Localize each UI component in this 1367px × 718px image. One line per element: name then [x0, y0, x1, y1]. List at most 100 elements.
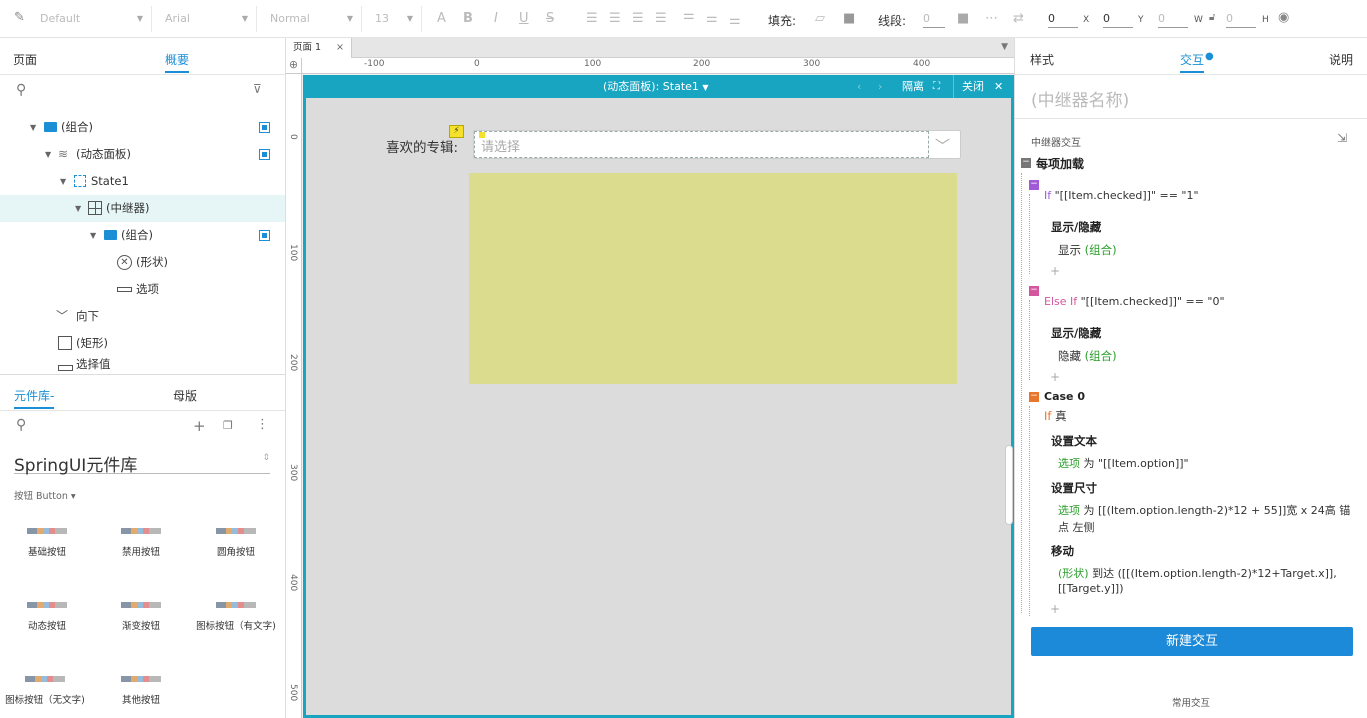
style-select[interactable]: Default ▼ [32, 6, 152, 32]
weight-select[interactable]: Normal ▼ [262, 6, 362, 32]
collapse-icon[interactable]: − [1029, 392, 1039, 402]
fill-color-icon[interactable]: ▱ [815, 11, 825, 26]
font-color-icon[interactable]: A [437, 11, 446, 26]
outline-item-state1[interactable]: ▼ State1 [0, 168, 285, 195]
y-input[interactable]: 0 [1103, 12, 1133, 28]
collapse-icon[interactable]: − [1021, 158, 1031, 168]
component-item[interactable]: 禁用按钮 [96, 528, 186, 558]
library-select[interactable]: SpringUI元件库 ⇕ [14, 444, 270, 476]
italic-icon[interactable]: I [494, 11, 498, 26]
case2-condition[interactable]: Else If "[[Item.checked]]" == "0" [1044, 295, 1225, 308]
search-icon[interactable]: ⚲ [16, 417, 26, 433]
collapse-icon[interactable]: − [1029, 286, 1039, 296]
tab-style[interactable]: 样式 [1030, 51, 1054, 68]
action-detail[interactable]: 选项 为 "[[Item.option]]" [1058, 455, 1189, 471]
component-item[interactable]: 图标按钮（无文字) [0, 676, 92, 706]
align-justify-icon[interactable]: ☰ [655, 11, 667, 26]
action-detail[interactable]: 显示 (组合) [1058, 242, 1117, 258]
component-item[interactable]: 动态按钮 [2, 602, 92, 632]
stroke-pattern-icon[interactable]: ⋯ [985, 11, 998, 26]
tab-masters[interactable]: 母版 [173, 387, 197, 404]
underline-icon[interactable]: U [519, 11, 529, 26]
isolate-icon[interactable]: ⛶ [933, 75, 940, 98]
outline-item-select-value[interactable]: 选择值 [0, 357, 285, 372]
outline-item-dynamic-panel[interactable]: ▼ ≋ (动态面板) [0, 141, 285, 168]
more-icon[interactable]: ⋮ [256, 417, 269, 432]
component-item[interactable]: 基础按钮 [2, 528, 92, 558]
action-detail[interactable]: 隐藏 (组合) [1058, 348, 1117, 364]
add-action-button[interactable]: + [1050, 264, 1060, 278]
add-action-button[interactable]: + [1050, 370, 1060, 384]
case-title[interactable]: Case 0 [1044, 390, 1085, 403]
bold-icon[interactable]: B [463, 11, 473, 26]
expand-icon[interactable]: ⇲ [1337, 131, 1347, 145]
copy-icon[interactable]: ❐ [223, 419, 233, 432]
tab-interactions[interactable]: 交互 [1180, 51, 1204, 68]
width-input[interactable]: 0 [1158, 12, 1188, 28]
case3-condition[interactable]: If 真 [1044, 408, 1067, 424]
eye-icon[interactable]: ◉ [1278, 10, 1289, 25]
tab-pages[interactable]: 页面 [13, 51, 37, 68]
collapse-icon[interactable]: − [1029, 180, 1039, 190]
outline-item-repeater[interactable]: ▼ (中继器) [0, 195, 285, 222]
widget-name-input[interactable]: (中继器名称) [1031, 86, 1129, 111]
close-icon[interactable]: × [336, 38, 344, 58]
tab-notes[interactable]: 说明 [1329, 51, 1353, 68]
visibility-icon[interactable] [259, 230, 270, 241]
outline-item-group[interactable]: ▼ (组合) [0, 114, 285, 141]
state-dropdown[interactable]: (动态面板): State1 ▼ [603, 75, 709, 99]
align-right-icon[interactable]: ☰ [632, 11, 644, 26]
category-label[interactable]: 按钮 Button ▾ [14, 488, 76, 502]
action-detail[interactable]: 选项 为 [[(Item.option.length-2)*12 + 55]]宽… [1058, 502, 1350, 518]
common-interactions-link[interactable]: 常用交互 [1172, 695, 1210, 709]
repeater-background-rect[interactable] [469, 173, 957, 384]
vertical-scrollbar[interactable] [1005, 445, 1013, 525]
search-icon[interactable]: ⚲ [16, 82, 26, 98]
outline-item-option[interactable]: 选项 [0, 276, 285, 303]
lock-icon[interactable]: 🔓︎ [1209, 12, 1215, 23]
filter-icon[interactable]: ⊽ [253, 82, 262, 96]
align-center-icon[interactable]: ☰ [609, 11, 621, 26]
isolate-button[interactable]: 隔离 [902, 75, 924, 98]
album-dropdown[interactable]: 请选择 ﹀ [473, 130, 961, 159]
arrow-style-icon[interactable]: ⇄ [1013, 11, 1024, 26]
stroke-color-icon[interactable]: ■ [957, 11, 969, 26]
new-interaction-button[interactable]: 新建交互 [1031, 627, 1353, 656]
size-select[interactable]: 13 ▼ [367, 6, 422, 32]
add-icon[interactable]: + [193, 417, 206, 435]
visibility-icon[interactable] [259, 149, 270, 160]
style-edit-icon[interactable]: ✎ [14, 10, 25, 25]
align-left-icon[interactable]: ☰ [586, 11, 598, 26]
tab-page-1[interactable]: 页面 1 × [286, 38, 352, 58]
component-item[interactable]: 其他按钮 [96, 676, 186, 706]
stroke-width-input[interactable]: 0 [923, 12, 945, 28]
chevron-left-icon[interactable]: ‹ [857, 75, 861, 98]
shadow-icon[interactable]: ■ [843, 11, 855, 26]
outline-item-shape[interactable]: ✕ (形状) [0, 249, 285, 276]
add-action-button[interactable]: + [1050, 602, 1060, 616]
strikethrough-icon[interactable]: S̶ [546, 11, 554, 26]
outline-item-rectangle[interactable]: (矩形) [0, 330, 285, 357]
action-detail[interactable]: (形状) 到达 ([[(Item.option.length-2)*12+Tar… [1058, 565, 1337, 581]
case1-condition[interactable]: If "[[Item.checked]]" == "1" [1044, 189, 1199, 202]
chevron-down-icon[interactable]: ﹀ [935, 135, 950, 156]
close-panel-button[interactable]: 关闭 [962, 75, 984, 98]
outline-item-group-2[interactable]: ▼ (组合) [0, 222, 285, 249]
valign-middle-icon[interactable]: ⚌ [706, 11, 718, 26]
component-item[interactable]: 图标按钮（有文字) [186, 602, 286, 632]
chevron-down-icon[interactable]: ▼ [1001, 42, 1008, 52]
tab-outline[interactable]: 概要 [165, 51, 189, 68]
font-select[interactable]: Arial ▼ [157, 6, 257, 32]
crosshair-icon[interactable]: ⊕ [286, 58, 302, 74]
component-item[interactable]: 渐变按钮 [96, 602, 186, 632]
valign-top-icon[interactable]: ⚌ [683, 8, 695, 23]
outline-item-down[interactable]: ﹀ 向下 [0, 303, 285, 330]
height-input[interactable]: 0 [1226, 12, 1256, 28]
x-input[interactable]: 0 [1048, 12, 1078, 28]
tab-libraries[interactable]: 元件库- [14, 387, 54, 404]
component-item[interactable]: 圆角按钮 [191, 528, 281, 558]
valign-bottom-icon[interactable]: ⚌ [729, 13, 741, 28]
visibility-icon[interactable] [259, 122, 270, 133]
close-icon[interactable]: ✕ [994, 75, 1003, 98]
chevron-right-icon[interactable]: › [878, 75, 882, 98]
